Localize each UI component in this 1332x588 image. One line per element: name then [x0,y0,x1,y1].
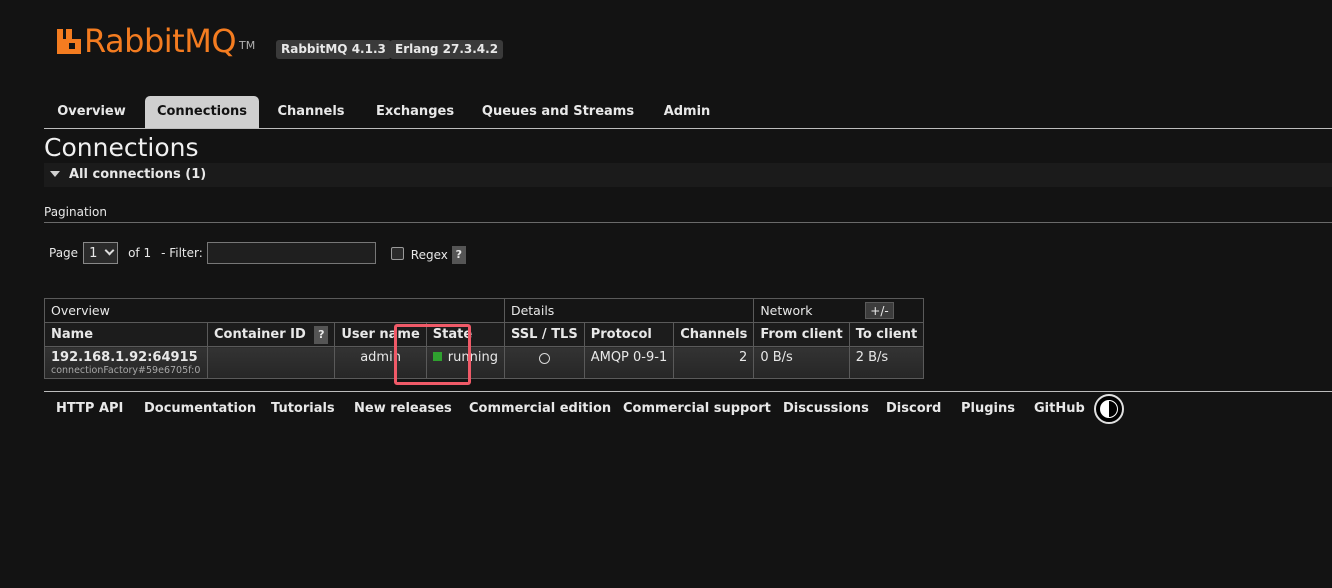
page-select-value: 1 [89,245,98,261]
erlang-version-badge: Erlang 27.3.4.2 [390,40,504,59]
footer-link-discord[interactable]: Discord [886,401,941,416]
trademark: TM [239,39,256,52]
all-connections-label: All connections (1) [69,167,207,182]
channels-cell: 2 [673,346,755,379]
pagination-label: Pagination [44,205,107,219]
tab-overview[interactable]: Overview [44,96,139,128]
group-header-overview: Overview [44,298,505,323]
ssl-tls-cell [503,346,585,379]
page-label: Page [49,246,79,260]
footer-link-tutorials[interactable]: Tutorials [271,401,335,416]
column-header-channels[interactable]: Channels [673,322,755,347]
state-value: running [447,350,498,365]
rabbitmq-logo-icon [56,27,82,55]
container-id-label: Container ID [214,326,306,342]
group-header-network: Network [753,298,925,323]
footer-link-discussions[interactable]: Discussions [783,401,869,416]
footer-link-plugins[interactable]: Plugins [961,401,1015,416]
table-column-header-row: Name Container ID ? User name State SSL … [44,322,925,347]
brand-name: RabbitMQ [84,22,237,60]
group-header-details: Details [503,298,755,323]
footer-link-documentation[interactable]: Documentation [144,401,256,416]
all-connections-section-header[interactable]: All connections (1) [44,163,1332,187]
column-header-ssl-tls[interactable]: SSL / TLS [503,322,585,347]
main-nav-tabs: Overview Connections Channels Exchanges … [44,96,1332,129]
connection-name-cell[interactable]: 192.168.1.92:64915 connectionFactory#59e… [44,346,208,379]
rabbitmq-version-badge: RabbitMQ 4.1.3 [276,40,391,59]
chevron-down-icon [104,245,115,256]
page-of-label: of 1 [128,246,152,260]
tab-queues-and-streams[interactable]: Queues and Streams [474,96,642,128]
column-header-user-name[interactable]: User name [334,322,427,347]
footer-link-new-releases[interactable]: New releases [354,401,452,416]
column-header-protocol[interactable]: Protocol [583,322,675,347]
column-header-to-client[interactable]: To client [848,322,925,347]
container-id-help-button[interactable]: ? [314,325,329,344]
table-group-header-row: Overview Details Network [44,298,925,323]
regex-checkbox[interactable] [390,246,404,260]
container-id-cell [206,346,336,379]
tab-channels[interactable]: Channels [266,96,356,128]
column-header-container-id[interactable]: Container ID ? [206,322,336,347]
protocol-cell: AMQP 0-9-1 [583,346,675,379]
from-client-cell: 0 B/s [753,346,850,379]
filter-label: - Filter: [161,246,203,260]
column-header-name[interactable]: Name [44,322,208,347]
state-cell: running [425,346,505,379]
theme-toggle-button[interactable] [1094,394,1124,424]
table-row[interactable]: 192.168.1.92:64915 connectionFactory#59e… [44,346,925,379]
column-header-state[interactable]: State [425,322,505,347]
filter-input[interactable] [206,242,376,264]
page-select[interactable]: 1 [83,242,119,264]
tab-connections[interactable]: Connections [145,96,259,128]
user-name-cell: admin [334,346,427,379]
tab-exchanges[interactable]: Exchanges [364,96,466,128]
tab-admin[interactable]: Admin [650,96,724,128]
footer-link-commercial-edition[interactable]: Commercial edition [469,401,611,416]
pagination-controls: Page 1 of 1 - Filter: Regex ? [49,241,466,265]
ssl-disabled-circle-icon [538,353,550,364]
connection-client-name: connectionFactory#59e6705f:0 [51,365,201,376]
regex-help-button[interactable]: ? [451,246,466,264]
contrast-icon [1100,400,1118,418]
to-client-cell: 2 B/s [848,346,925,379]
column-header-from-client[interactable]: From client [753,322,850,347]
footer-links: HTTP API Documentation Tutorials New rel… [44,391,1332,425]
pagination-heading: Pagination [44,205,1332,223]
collapse-triangle-icon[interactable] [50,171,60,177]
toggle-columns-button[interactable]: +/- [865,302,894,319]
connection-name-link[interactable]: 192.168.1.92:64915 [51,350,201,365]
state-running-indicator [432,352,442,361]
footer-link-commercial-support[interactable]: Commercial support [623,401,771,416]
connections-table: Overview Details Network Name Container … [44,298,925,379]
footer-link-http-api[interactable]: HTTP API [56,401,123,416]
page-title: Connections [44,133,199,162]
regex-label: Regex [410,248,448,262]
footer-link-github[interactable]: GitHub [1034,401,1085,416]
rabbitmq-logo[interactable]: RabbitMQ TM [56,22,255,58]
